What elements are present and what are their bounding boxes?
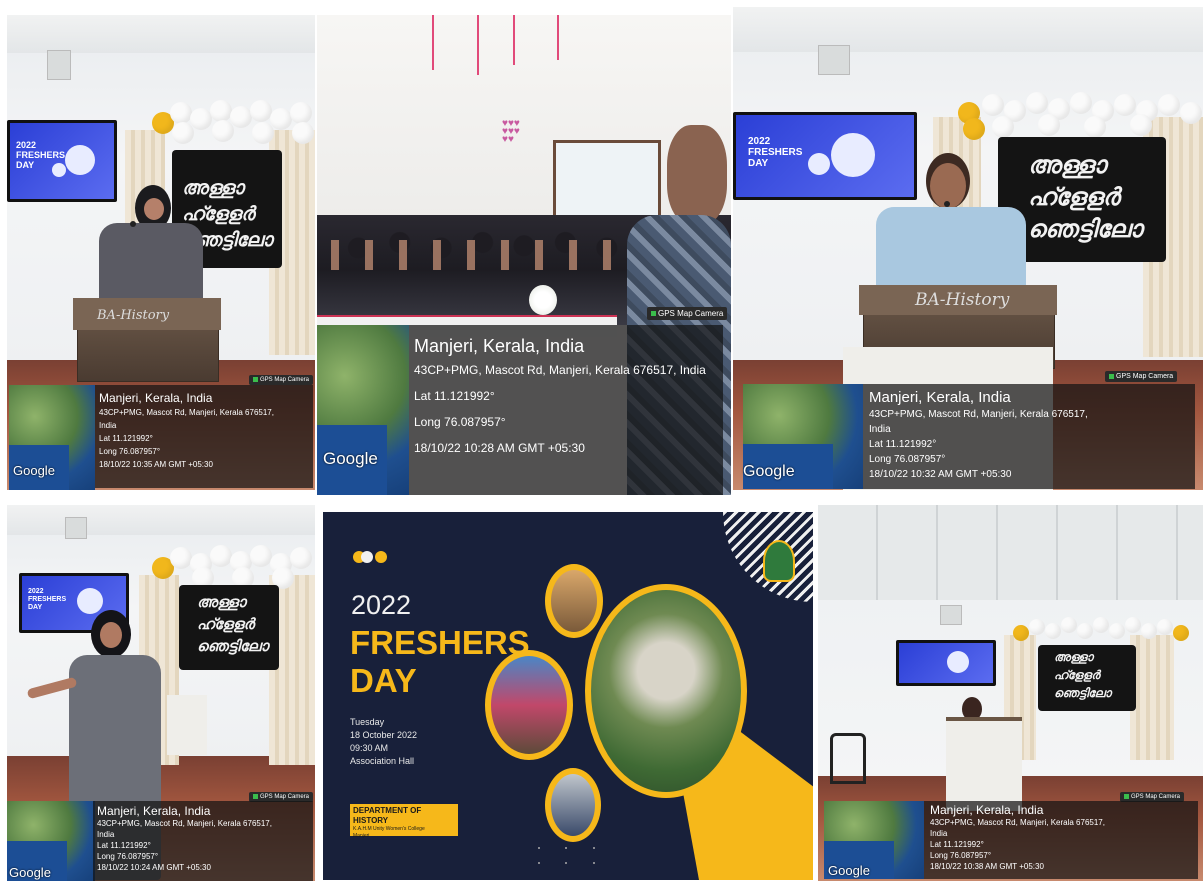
college-emblem bbox=[763, 540, 795, 582]
podium bbox=[946, 717, 1022, 811]
screen-year: 2022 bbox=[28, 588, 44, 595]
gps-camera-chip: GPS Map Camera bbox=[647, 307, 728, 320]
poster-title-line1: FRESHERS bbox=[350, 624, 530, 661]
photo-speaker-hijab: 2022 FRESHERS DAY അള്ളാ ഹ്ളേളർ ഞെട്ടിലോ … bbox=[7, 15, 315, 490]
gps-info-box: Manjeri, Kerala, India 43CP+PMG, Mascot … bbox=[95, 385, 313, 488]
flower-vase bbox=[529, 285, 557, 315]
photo-stage: അള്ളാ ഹ്ളേളർ ഞെട്ടിലോ GPS Map Camera Goo… bbox=[818, 505, 1203, 881]
photo-ring-small-top bbox=[545, 564, 603, 638]
tv-screen: 2022 FRESHERS DAY bbox=[7, 120, 117, 202]
poster-title-line2: DAY bbox=[350, 662, 417, 699]
poster-year: 2022 bbox=[351, 590, 412, 620]
wall-speaker-icon bbox=[940, 605, 962, 625]
screen-subtitle: DAY bbox=[28, 604, 43, 611]
ceiling-tiles bbox=[818, 505, 1203, 600]
screen-year: 2022 bbox=[16, 140, 37, 150]
google-logo: Google bbox=[828, 863, 870, 878]
wall-speaker-icon bbox=[65, 517, 87, 539]
wall-speaker-icon bbox=[818, 45, 850, 75]
gps-info-box: Manjeri, Kerala, India 43CP+PMG, Mascot … bbox=[924, 801, 1198, 879]
poster-event-info: Tuesday 18 October 2022 09:30 AM Associa… bbox=[350, 717, 418, 766]
screen-title: FRESHERS bbox=[28, 596, 67, 603]
gps-info-box: Manjeri, Kerala, India 43CP+PMG, Mascot … bbox=[93, 801, 313, 881]
screen-title: FRESHERS bbox=[748, 147, 803, 158]
department-label: DEPARTMENT OF HISTORY K.A.H.M Unity Wome… bbox=[350, 804, 458, 839]
gps-camera-chip: GPS Map Camera bbox=[249, 375, 314, 386]
podium-label: BA-History bbox=[915, 290, 1010, 310]
screen-title: FRESHERS bbox=[16, 150, 66, 160]
google-logo: Google bbox=[323, 449, 378, 468]
photo-ring-left bbox=[485, 650, 573, 760]
wall-speaker-icon bbox=[47, 50, 71, 80]
ribbon-decoration bbox=[432, 15, 434, 70]
screen-year: 2022 bbox=[748, 136, 771, 147]
microphone-icon bbox=[944, 201, 950, 207]
gps-info-box: Manjeri, Kerala, India 43CP+PMG, Mascot … bbox=[409, 325, 723, 495]
chair bbox=[830, 733, 866, 784]
podium-label: BA-History bbox=[97, 308, 170, 323]
malayalam-banner: അള്ളാ ഹ്ളേളർ ഞെട്ടിലോ bbox=[179, 585, 279, 670]
tv-screen bbox=[896, 640, 996, 686]
screen-subtitle: DAY bbox=[16, 160, 35, 170]
photo-speaker-gesturing: 2022 FRESHERS DAY അള്ളാ ഹ്ളേളർ ഞെട്ടിലോ … bbox=[7, 505, 315, 881]
map-thumbnail bbox=[317, 325, 409, 495]
photo-audience: ♥♥♥ ♥♥♥ ♥♥ GPS Map Camera Google Manjeri, … bbox=[317, 15, 731, 495]
google-logo: Google bbox=[9, 865, 51, 880]
photo-ring-large bbox=[585, 584, 747, 798]
gps-camera-chip: GPS Map Camera bbox=[1105, 371, 1178, 382]
malayalam-banner: അള്ളാ ഹ്ളേളർ ഞെട്ടിലോ bbox=[1038, 645, 1136, 711]
tv-screen: 2022 FRESHERS DAY bbox=[733, 112, 917, 200]
photo-speaker-man: 2022 FRESHERS DAY അള്ളാ ഹ്ളേളർ ഞെട്ടിലോ … bbox=[733, 7, 1203, 490]
gps-info-box: Manjeri, Kerala, India 43CP+PMG, Mascot … bbox=[863, 384, 1195, 489]
photo-ring-small-bottom bbox=[545, 768, 601, 842]
freshers-day-poster: 2022 FRESHERS DAY Tuesday 18 October 202… bbox=[323, 512, 813, 880]
screen-subtitle: DAY bbox=[748, 158, 769, 169]
microphone-icon bbox=[130, 221, 136, 227]
podium bbox=[167, 695, 207, 755]
google-logo: Google bbox=[13, 463, 55, 478]
heart-decoration: ♥♥♥ ♥♥♥ ♥♥ bbox=[502, 118, 520, 145]
google-logo: Google bbox=[743, 463, 795, 480]
poster-logos bbox=[353, 550, 387, 568]
